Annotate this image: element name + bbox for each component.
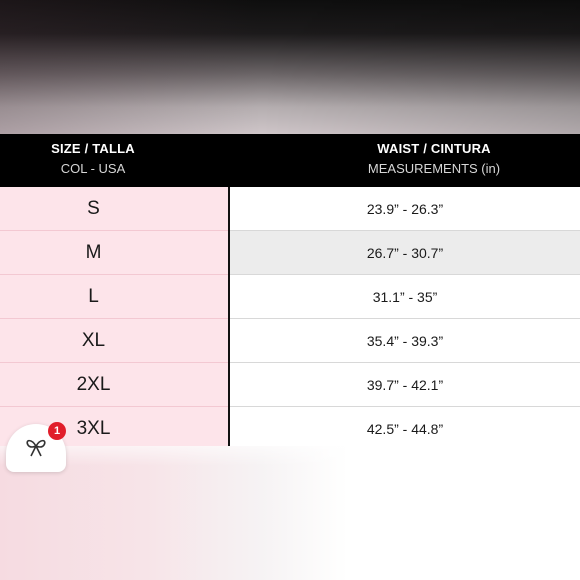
size-header-title: SIZE / TALLA: [51, 141, 135, 156]
bottom-fade-overlay: [0, 446, 580, 580]
size-cell: XL: [81, 330, 106, 351]
table-row: L 31.1” - 35”: [0, 275, 580, 319]
size-cell: M: [85, 242, 102, 263]
waist-cell: 42.5” - 44.8”: [366, 421, 444, 437]
table-row: XL 35.4” - 39.3”: [0, 319, 580, 363]
waist-column-header: WAIST / CINTURA MEASUREMENTS (in): [229, 134, 580, 187]
table-row: M 26.7” - 30.7”: [0, 231, 580, 275]
waist-header-title: WAIST / CINTURA: [377, 141, 491, 156]
waist-cell: 31.1” - 35”: [372, 289, 438, 305]
table-header: SIZE / TALLA COL - USA WAIST / CINTURA M…: [0, 134, 580, 187]
table-row: S 23.9” - 26.3”: [0, 187, 580, 231]
size-cell: 2XL: [76, 374, 111, 395]
size-header-subtitle: COL - USA: [60, 161, 126, 176]
waist-header-subtitle: MEASUREMENTS (in): [367, 161, 501, 176]
size-column-header: SIZE / TALLA COL - USA: [0, 134, 186, 187]
notification-badge: 1: [48, 422, 66, 440]
waist-cell: 35.4” - 39.3”: [366, 333, 444, 349]
column-divider: [228, 187, 230, 446]
waist-cell: 39.7” - 42.1”: [366, 377, 444, 393]
size-chart-table: S 23.9” - 26.3” M 26.7” - 30.7” L 31.1” …: [0, 187, 580, 446]
table-row: 3XL 42.5” - 44.8”: [0, 407, 580, 446]
header-photo: [0, 0, 580, 134]
gift-icon: [26, 439, 46, 457]
size-cell: L: [88, 286, 99, 307]
waist-cell: 26.7” - 30.7”: [230, 231, 580, 275]
table-row: 2XL 39.7” - 42.1”: [0, 363, 580, 407]
size-cell: S: [87, 198, 100, 219]
waist-cell: 23.9” - 26.3”: [366, 201, 444, 217]
